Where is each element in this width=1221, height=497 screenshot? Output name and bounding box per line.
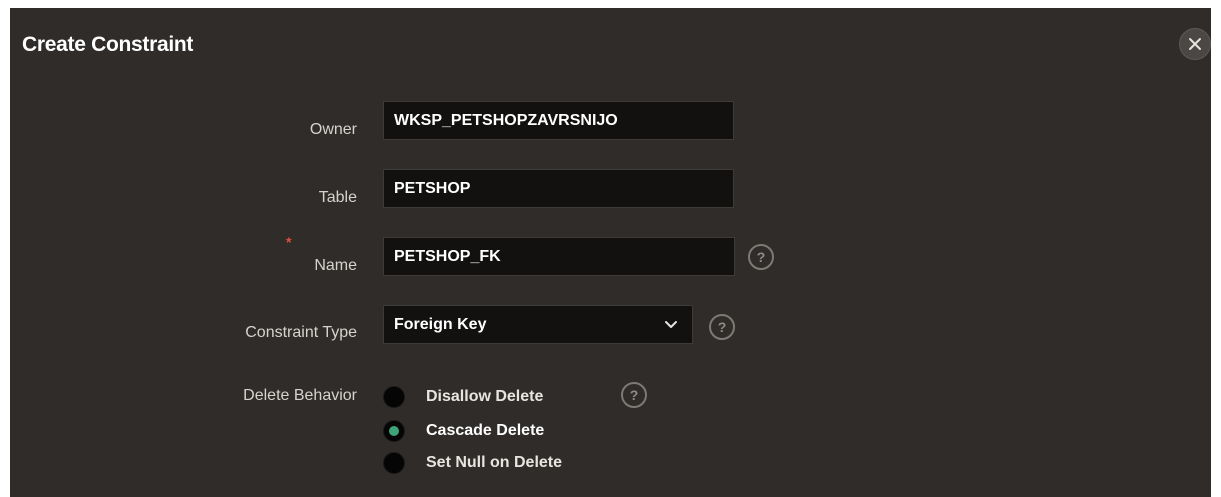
owner-field[interactable]: WKSP_PETSHOPZAVRSNIJO — [383, 101, 734, 140]
owner-label-container: Owner — [10, 121, 357, 141]
radio-set-null-on-delete[interactable]: Set Null on Delete — [383, 449, 562, 477]
delete-behavior-help-icon[interactable]: ? — [621, 382, 647, 408]
delete-behavior-label: Delete Behavior — [243, 387, 357, 404]
close-button[interactable] — [1179, 28, 1211, 60]
radio-selected-dot — [389, 426, 399, 436]
required-indicator: * — [286, 234, 292, 250]
name-label-container: Name — [10, 257, 357, 277]
radio-disallow-delete[interactable]: Disallow Delete — [383, 383, 543, 411]
radio-label: Disallow Delete — [426, 388, 544, 405]
radio-button-selected[interactable] — [383, 420, 405, 442]
owner-label: Owner — [309, 121, 357, 138]
close-icon — [1189, 38, 1201, 50]
radio-cascade-delete[interactable]: Cascade Delete — [383, 417, 544, 445]
name-field[interactable]: PETSHOP_FK — [383, 237, 735, 276]
table-label: Table — [318, 189, 357, 206]
dialog-titlebar: Create Constraint — [10, 8, 1211, 84]
dialog-title: Create Constraint — [22, 33, 194, 56]
name-label: Name — [314, 257, 357, 274]
delete-behavior-label-container: Delete Behavior — [10, 387, 357, 407]
name-help-icon[interactable]: ? — [748, 244, 774, 270]
create-constraint-dialog: Create Constraint Owner WKSP_PETSHOPZAVR… — [0, 0, 1221, 497]
constraint-type-label: Constraint Type — [245, 324, 357, 341]
constraint-type-value: Foreign Key — [394, 315, 487, 333]
radio-label: Cascade Delete — [426, 422, 545, 439]
constraint-type-help-icon[interactable]: ? — [709, 314, 735, 340]
radio-button[interactable] — [383, 386, 405, 408]
constraint-type-select[interactable]: Foreign Key — [383, 305, 693, 344]
table-field[interactable]: PETSHOP — [383, 169, 734, 208]
constraint-type-label-container: Constraint Type — [10, 324, 357, 344]
radio-button[interactable] — [383, 452, 405, 474]
radio-label: Set Null on Delete — [426, 454, 563, 471]
table-label-container: Table — [10, 189, 357, 209]
chevron-down-icon — [665, 321, 677, 328]
